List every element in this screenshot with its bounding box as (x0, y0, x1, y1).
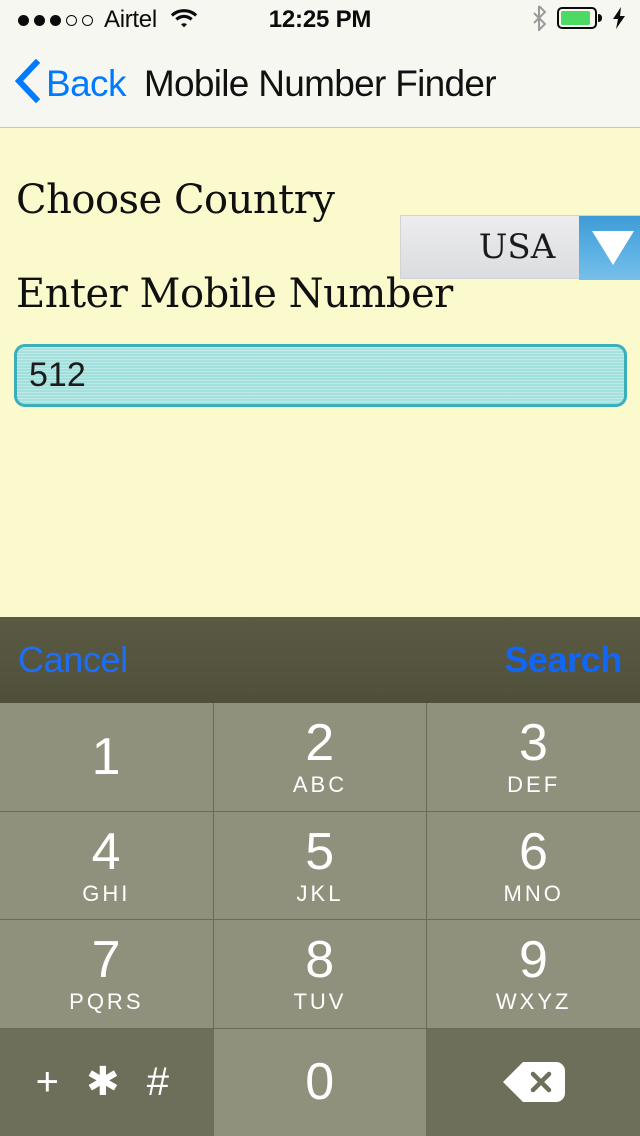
key-1-digit: 1 (91, 727, 122, 786)
key-5[interactable]: 5 JKL (213, 811, 427, 919)
chevron-left-icon (14, 58, 41, 108)
key-6[interactable]: 6 MNO (427, 811, 640, 919)
mobile-number-input-wrapper[interactable] (14, 344, 627, 407)
key-7-digit: 7 (91, 931, 122, 990)
key-0[interactable]: 0 (213, 1028, 427, 1136)
key-2-letters: ABC (292, 772, 348, 798)
key-2-digit: 2 (305, 714, 335, 773)
page-title: Mobile Number Finder (143, 62, 497, 104)
key-symbols-label: + ✱ # (35, 1060, 177, 1105)
back-button[interactable]: Back (14, 58, 126, 108)
lightning-bolt-icon (612, 6, 626, 35)
backspace-icon (499, 1058, 569, 1106)
numeric-keyboard: Cancel Search 1 2 ABC 3 DEF 4 GHI 5 JKL (0, 617, 640, 1136)
key-0-digit: 0 (305, 1053, 335, 1112)
key-8-digit: 8 (305, 931, 335, 990)
bluetooth-icon (532, 4, 548, 36)
status-bar: Airtel 12:25 PM (0, 0, 640, 40)
key-4[interactable]: 4 GHI (0, 811, 213, 919)
country-dropdown[interactable]: USA (400, 215, 640, 280)
key-9[interactable]: 9 WXYZ (427, 920, 640, 1028)
main-content: Choose Country USA Enter Mobile Number (0, 129, 640, 617)
key-3[interactable]: 3 DEF (427, 703, 640, 811)
cancel-button[interactable]: Cancel (18, 639, 128, 681)
key-9-digit: 9 (518, 931, 549, 990)
keyboard-accessory-toolbar: Cancel Search (0, 617, 640, 703)
navigation-bar: Back Mobile Number Finder (0, 40, 640, 128)
status-bar-right (532, 4, 626, 36)
back-button-label: Back (46, 62, 126, 104)
key-8-letters: TUV (293, 989, 347, 1015)
key-3-letters: DEF (507, 772, 561, 798)
app-screen: Airtel 12:25 PM Back Mobile Number Finde… (0, 0, 640, 1136)
search-button[interactable]: Search (504, 639, 622, 681)
enter-mobile-number-label: Enter Mobile Number (16, 271, 453, 317)
choose-country-label: Choose Country (16, 177, 335, 223)
key-8[interactable]: 8 TUV (213, 920, 427, 1028)
key-9-letters: WXYZ (495, 989, 572, 1015)
key-7-letters: PQRS (69, 989, 144, 1015)
key-6-letters: MNO (503, 880, 564, 906)
keypad: 1 2 ABC 3 DEF 4 GHI 5 JKL 6 MNO 7 PQRS 8… (0, 703, 640, 1136)
key-4-digit: 4 (91, 822, 122, 881)
key-4-letters: GHI (82, 880, 131, 906)
key-backspace[interactable] (427, 1028, 640, 1136)
key-2[interactable]: 2 ABC (213, 703, 427, 811)
key-6-digit: 6 (518, 822, 549, 881)
triangle-down-icon[interactable] (579, 216, 640, 280)
mobile-number-input[interactable] (17, 347, 624, 404)
key-5-letters: JKL (296, 880, 344, 906)
key-symbols[interactable]: + ✱ # (0, 1028, 213, 1136)
country-row: Choose Country USA (0, 171, 640, 280)
key-7[interactable]: 7 PQRS (0, 920, 213, 1028)
battery-icon (557, 6, 603, 35)
key-5-digit: 5 (305, 822, 335, 881)
key-3-digit: 3 (518, 714, 549, 773)
key-1[interactable]: 1 (0, 703, 213, 811)
